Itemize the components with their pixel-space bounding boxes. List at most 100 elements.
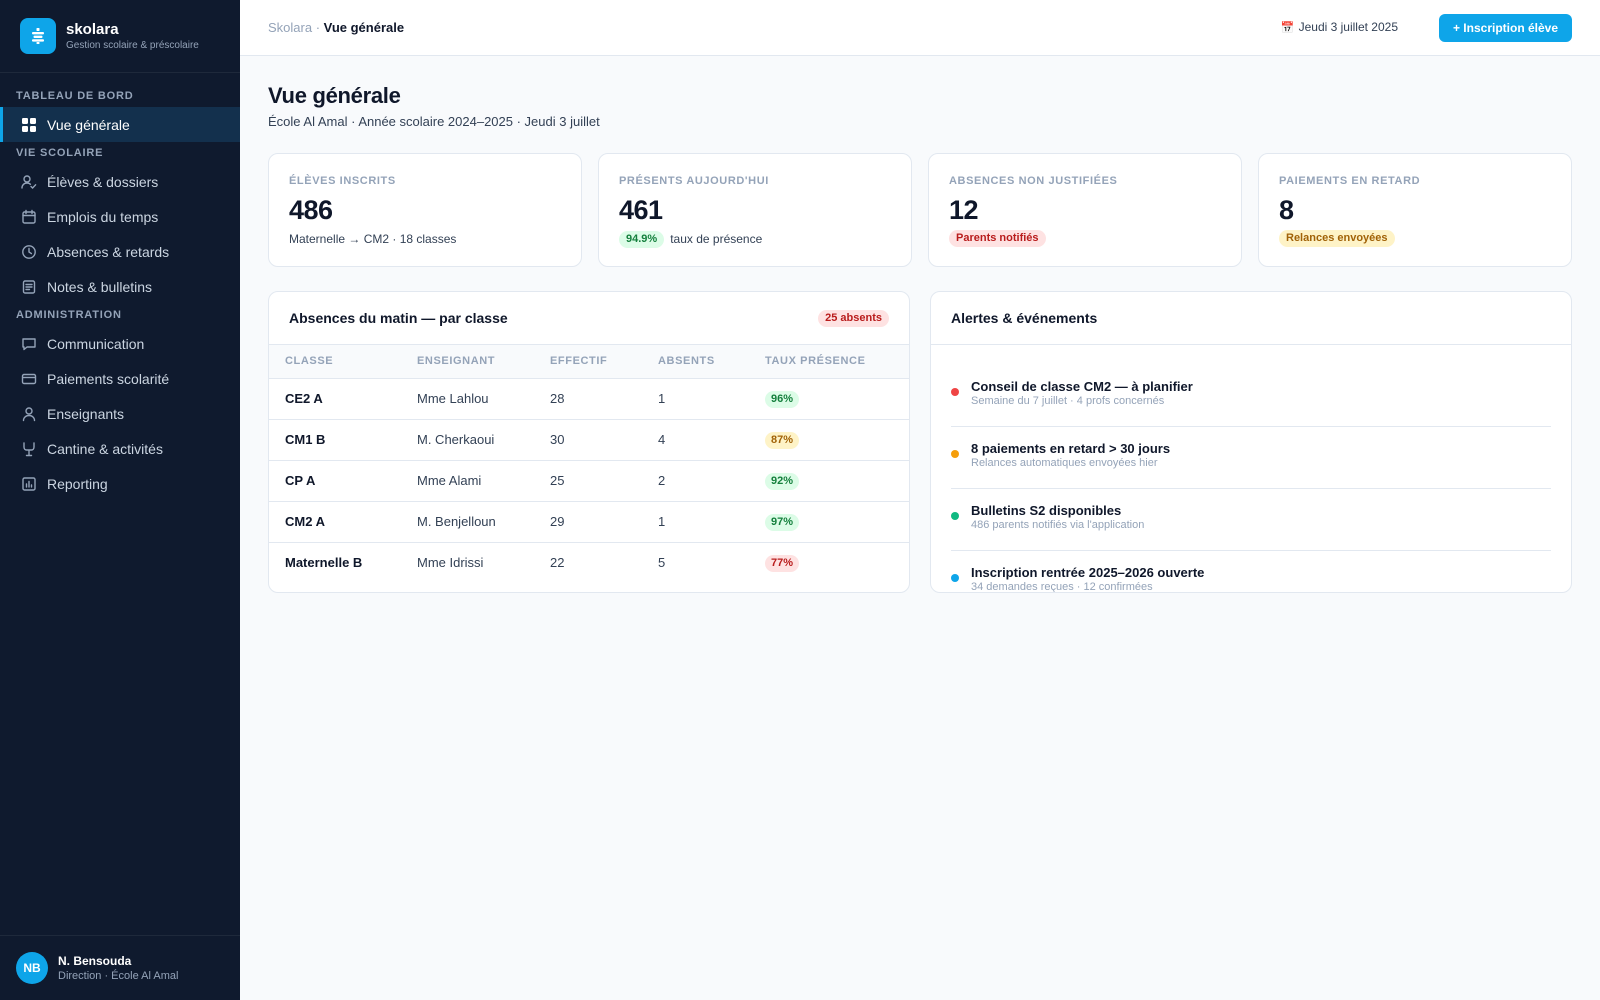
rate-cell: 97% — [749, 501, 909, 543]
page-subtitle: École Al Amal · Année scolaire 2024–2025… — [268, 114, 600, 129]
status-badge: Relances envoyées — [1279, 230, 1395, 247]
column-header[interactable]: Classe — [269, 345, 401, 379]
message-icon — [20, 335, 37, 352]
rate-cell: 92% — [749, 460, 909, 502]
status-dot-icon — [951, 574, 959, 582]
sidebar-item-enseignants[interactable]: Enseignants — [0, 396, 240, 431]
panel-title: Absences du matin — par classe — [289, 310, 508, 326]
chart-icon — [20, 475, 37, 492]
sidebar-item-communication[interactable]: Communication — [0, 326, 240, 361]
absents-cell: 1 — [642, 501, 749, 543]
kpi-value: 12 — [949, 195, 979, 225]
alert-subtitle: 486 parents notifiés via l'application — [971, 519, 1145, 531]
sidebar-item-eleves[interactable]: Élèves & dossiers — [0, 164, 240, 199]
table-row[interactable]: CM2 A M. Benjelloun 29 1 97% — [269, 501, 909, 543]
user-profile[interactable]: NB N. Bensouda Direction · École Al Amal — [0, 935, 240, 1000]
absents-cell: 1 — [642, 378, 749, 420]
user-role: Direction · École Al Amal — [58, 969, 179, 982]
sidebar-item-label: Élèves & dossiers — [47, 173, 159, 190]
kpi-value: 461 — [619, 195, 663, 225]
brand[interactable]: skolara Gestion scolaire & préscolaire — [0, 0, 240, 73]
alert-title: 8 paiements en retard > 30 jours — [971, 441, 1171, 456]
kpi-label: Absences non justifiées — [949, 175, 1118, 187]
alert-title: Conseil de classe CM2 — à planifier — [971, 379, 1193, 394]
grid-icon — [20, 116, 37, 133]
utensils-icon — [20, 440, 37, 457]
kpi-card-paiements[interactable]: Paiements en retard 8 Relances envoyées — [1258, 153, 1572, 267]
kpi-card-absences[interactable]: Absences non justifiées 12 Parents notif… — [928, 153, 1242, 267]
nav-section-dashboard: TABLEAU DE BORD — [16, 90, 134, 102]
credit-card-icon — [20, 370, 37, 387]
alert-subtitle: Relances automatiques envoyées hier — [971, 457, 1158, 469]
teacher-cell: M. Benjelloun — [401, 501, 534, 543]
sidebar: skolara Gestion scolaire & préscolaire T… — [0, 0, 240, 1000]
topbar: Skolara · Vue générale 📅 Jeudi 3 juillet… — [240, 0, 1600, 56]
breadcrumb: Skolara · Vue générale — [268, 20, 404, 35]
breadcrumb-root[interactable]: Skolara — [268, 20, 312, 35]
sidebar-item-cantine[interactable]: Cantine & activités — [0, 431, 240, 466]
sidebar-item-emplois[interactable]: Emplois du temps — [0, 199, 240, 234]
kpi-note: taux de présence — [670, 232, 763, 246]
sidebar-item-reporting[interactable]: Reporting — [0, 466, 240, 501]
headcount-cell: 28 — [534, 378, 642, 420]
sidebar-item-notes[interactable]: Notes & bulletins — [0, 269, 240, 304]
column-header[interactable]: Effectif — [534, 345, 642, 379]
column-header[interactable]: Taux présence — [749, 345, 909, 379]
table-row[interactable]: CP A Mme Alami 25 2 92% — [269, 460, 909, 502]
brand-tagline: Gestion scolaire & préscolaire — [66, 39, 199, 51]
attendance-rate-badge: 92% — [765, 472, 800, 490]
sidebar-item-label: Paiements scolarité — [47, 370, 170, 387]
alert-item[interactable]: Bulletins S2 disponibles 486 parents noti… — [951, 499, 1551, 551]
class-cell: CE2 A — [269, 378, 401, 420]
brand-name: skolara — [66, 20, 119, 38]
teacher-cell: Mme Alami — [401, 460, 534, 502]
alert-item[interactable]: Conseil de classe CM2 — à planifier Semai… — [951, 375, 1551, 427]
nav-section-administration: ADMINISTRATION — [16, 309, 122, 321]
kpi-label: Élèves inscrits — [289, 175, 396, 187]
table-row[interactable]: CE2 A Mme Lahlou 28 1 96% — [269, 378, 909, 420]
absents-cell: 5 — [658, 555, 666, 571]
rate-cell: 96% — [749, 378, 909, 420]
table-row[interactable]: CM1 B M. Cherkaoui 30 4 87% — [269, 419, 909, 461]
headcount-cell: 30 — [534, 419, 642, 461]
sidebar-item-label: Notes & bulletins — [47, 278, 153, 295]
sidebar-item-vue-generale[interactable]: Vue générale — [0, 107, 240, 142]
alert-item[interactable]: Inscription rentrée 2025–2026 ouverte 34 … — [951, 561, 1551, 593]
absences-table: Classe Enseignant Effectif Absents Taux … — [269, 345, 909, 583]
class-cell: CP A — [269, 460, 401, 502]
page-title: Vue générale — [268, 83, 401, 108]
sidebar-item-label: Enseignants — [47, 405, 125, 422]
kpi-card-eleves[interactable]: Élèves inscrits 486 Maternelle → CM2 · 1… — [268, 153, 582, 267]
sidebar-item-label: Emplois du temps — [47, 208, 159, 225]
attendance-rate-badge: 77% — [765, 554, 800, 572]
sidebar-item-absences[interactable]: Absences & retards — [0, 234, 240, 269]
sidebar-item-label: Reporting — [47, 475, 108, 492]
kpi-card-presents[interactable]: Présents aujourd'hui 461 94.9% taux de p… — [598, 153, 912, 267]
column-header[interactable]: Enseignant — [401, 345, 534, 379]
class-cell: CM2 A — [269, 501, 401, 543]
class-cell: CM1 B — [269, 419, 401, 461]
headcount-cell: 25 — [534, 460, 642, 502]
alert-item[interactable]: 8 paiements en retard > 30 jours Relances… — [951, 437, 1551, 489]
alert-subtitle: Semaine du 7 juillet · 4 profs concernés — [971, 395, 1165, 407]
absents-cell: 2 — [642, 460, 749, 502]
teacher-cell: Mme Idrissi — [417, 555, 484, 571]
table-row[interactable]: Maternelle B Mme Idrissi 22 5 77% — [269, 542, 909, 583]
alert-title: Bulletins S2 disponibles — [971, 503, 1122, 518]
add-student-button[interactable]: + Inscription élève — [1439, 14, 1572, 42]
rate-cell: 87% — [749, 419, 909, 461]
column-header[interactable]: Absents — [642, 345, 749, 379]
teacher-cell: Mme Lahlou — [401, 378, 534, 420]
alert-title: Inscription rentrée 2025–2026 ouverte — [971, 565, 1205, 580]
alerts-panel: Alertes & événements Conseil de classe C… — [930, 291, 1572, 593]
sidebar-item-paiements[interactable]: Paiements scolarité — [0, 361, 240, 396]
sidebar-item-label: Cantine & activités — [47, 440, 163, 457]
alerts-list: Conseil de classe CM2 — à planifier Semai… — [931, 345, 1571, 593]
attendance-rate-badge: 87% — [765, 431, 800, 449]
alert-subtitle: 34 demandes reçues · 12 confirmées — [971, 581, 1153, 593]
kpi-label: Présents aujourd'hui — [619, 175, 769, 187]
status-badge: Parents notifiés — [949, 230, 1046, 247]
status-dot-icon — [951, 512, 959, 520]
calendar-emoji-icon: 📅 — [1280, 21, 1295, 34]
kpi-note: Maternelle → CM2 · 18 classes — [289, 232, 457, 246]
